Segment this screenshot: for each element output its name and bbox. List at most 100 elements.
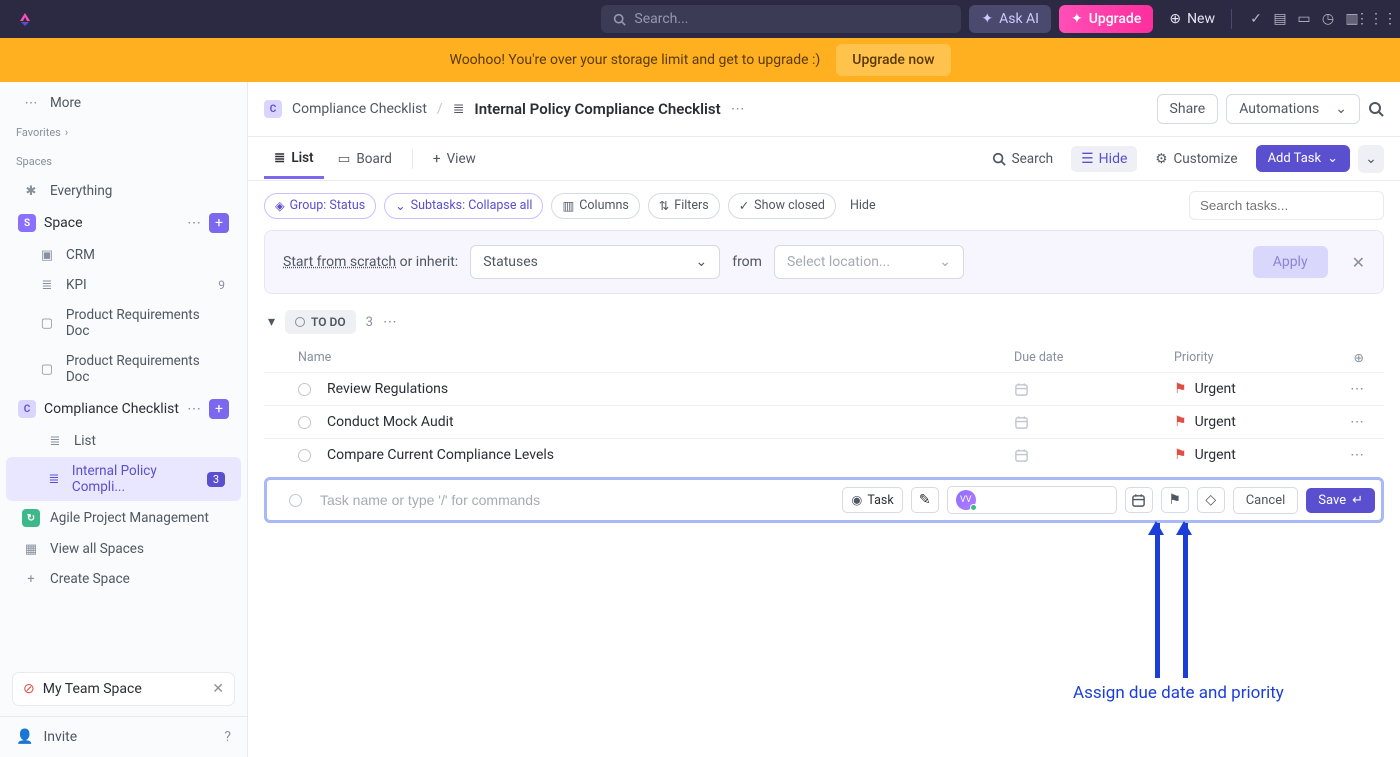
- page-more-icon[interactable]: ⋯: [731, 101, 745, 117]
- chip-columns[interactable]: ▥ Columns: [551, 193, 639, 219]
- sidebar-item-internal-policy[interactable]: ≣ Internal Policy Compli... 3: [6, 457, 241, 501]
- group-more-icon[interactable]: ⋯: [383, 314, 398, 330]
- chip-subtasks[interactable]: ⌄ Subtasks: Collapse all: [384, 193, 543, 219]
- help-icon[interactable]: ?: [224, 729, 231, 745]
- sidebar-item-view-all[interactable]: ▦ View all Spaces: [6, 535, 241, 563]
- sidebar-item-more[interactable]: ⋯ More: [6, 89, 241, 117]
- new-task-input[interactable]: [316, 484, 834, 516]
- tab-list[interactable]: ≣ List: [264, 140, 324, 179]
- close-icon[interactable]: ✕: [212, 681, 224, 697]
- tab-board[interactable]: ▭ Board: [328, 141, 402, 177]
- global-search[interactable]: Search...: [601, 5, 961, 33]
- upgrade-button[interactable]: ✦ Upgrade: [1059, 5, 1153, 33]
- sidebar-item-create-space[interactable]: + Create Space: [6, 565, 241, 593]
- status-pill[interactable]: TO DO: [285, 310, 356, 334]
- status-toggle[interactable]: [298, 416, 311, 429]
- chip-group[interactable]: ◈ Group: Status: [264, 193, 376, 219]
- col-priority[interactable]: Priority: [1174, 350, 1334, 366]
- more-button[interactable]: ⌄: [1358, 145, 1384, 173]
- row-more-icon[interactable]: ⋯: [1334, 381, 1364, 397]
- space-add-button[interactable]: +: [209, 213, 229, 233]
- chip-show-closed[interactable]: ✓ Show closed: [728, 193, 836, 219]
- sidebar-compliance[interactable]: C Compliance Checklist ⋯ +: [6, 393, 241, 425]
- view-hide[interactable]: ☰ Hide: [1071, 146, 1137, 172]
- view-customize[interactable]: ⚙ Customize: [1145, 141, 1247, 177]
- ai-wand-button[interactable]: ✎: [911, 487, 939, 513]
- apply-button[interactable]: Apply: [1253, 246, 1328, 278]
- error-circle-icon: ⊘: [23, 681, 35, 697]
- sidebar-space[interactable]: S Space ⋯ +: [6, 207, 241, 239]
- new-button[interactable]: ⊕ New: [1169, 11, 1215, 27]
- priority-cell[interactable]: ⚑Urgent: [1174, 381, 1334, 397]
- task-row[interactable]: Conduct Mock Audit ⚑Urgent ⋯: [264, 405, 1384, 438]
- space-more-icon[interactable]: ⋯: [187, 215, 201, 231]
- sidebar-item-list[interactable]: ≣ List: [6, 427, 241, 455]
- task-row[interactable]: Review Regulations ⚑Urgent ⋯: [264, 372, 1384, 405]
- row-more-icon[interactable]: ⋯: [1334, 447, 1364, 463]
- due-date-cell[interactable]: [1014, 415, 1174, 430]
- task-type-chip[interactable]: ◉ Task: [842, 487, 902, 513]
- priority-cell[interactable]: ⚑Urgent: [1174, 447, 1334, 463]
- page-title[interactable]: Internal Policy Compliance Checklist: [474, 100, 720, 118]
- sidebar-item-crm[interactable]: ▣ CRM: [6, 241, 241, 269]
- toolbar-hide[interactable]: Hide: [850, 198, 876, 213]
- status-toggle[interactable]: [298, 383, 311, 396]
- close-icon[interactable]: ✕: [1352, 253, 1365, 272]
- inherit-bar: Start from scratch or inherit: Statuses …: [264, 230, 1384, 294]
- sidebar-item-prd2[interactable]: ▢ Product Requirements Doc: [6, 347, 241, 391]
- view-search[interactable]: Search: [982, 141, 1063, 177]
- banner-upgrade-button[interactable]: Upgrade now: [836, 44, 950, 76]
- sidebar-item-agile[interactable]: ↻ Agile Project Management: [6, 503, 241, 533]
- statuses-select[interactable]: Statuses ⌄: [470, 245, 720, 279]
- breadcrumb-parent[interactable]: Compliance Checklist: [292, 101, 427, 117]
- task-name[interactable]: Conduct Mock Audit: [327, 414, 1014, 430]
- sidebar-item-prd1[interactable]: ▢ Product Requirements Doc: [6, 301, 241, 345]
- due-date-cell[interactable]: [1014, 382, 1174, 397]
- sidebar-label: Create Space: [50, 571, 130, 587]
- task-name[interactable]: Compare Current Compliance Levels: [327, 447, 1014, 463]
- clipboard-icon[interactable]: ▤: [1272, 11, 1288, 27]
- location-select[interactable]: Select location... ⌄: [774, 245, 964, 279]
- team-space-chip[interactable]: ⊘ My Team Space ✕: [12, 672, 235, 706]
- tab-label: Board: [356, 151, 392, 167]
- task-name[interactable]: Review Regulations: [327, 381, 1014, 397]
- assignee-chip[interactable]: VV: [947, 486, 1117, 514]
- save-button[interactable]: Save ↵: [1306, 488, 1375, 513]
- sidebar-item-everything[interactable]: ✱ Everything: [6, 177, 241, 205]
- status-toggle[interactable]: [298, 449, 311, 462]
- collapse-group-icon[interactable]: ▾: [268, 314, 275, 330]
- sidebar-item-kpi[interactable]: ≣ KPI 9: [6, 271, 241, 299]
- task-row[interactable]: Compare Current Compliance Levels ⚑Urgen…: [264, 438, 1384, 471]
- clock-icon[interactable]: ◷: [1320, 11, 1336, 27]
- tab-add-view[interactable]: + View: [423, 141, 486, 177]
- compliance-more-icon[interactable]: ⋯: [187, 401, 201, 417]
- due-date-button[interactable]: [1125, 487, 1153, 513]
- space-letter-icon: S: [18, 214, 36, 232]
- search-icon[interactable]: [1368, 101, 1384, 117]
- due-date-cell[interactable]: [1014, 448, 1174, 463]
- search-tasks-input[interactable]: [1189, 191, 1384, 220]
- new-label: New: [1187, 11, 1215, 27]
- add-column-button[interactable]: ⊕: [1334, 350, 1364, 366]
- row-more-icon[interactable]: ⋯: [1334, 414, 1364, 430]
- add-task-button[interactable]: Add Task ⌄: [1256, 145, 1350, 172]
- video-icon[interactable]: ▭: [1296, 11, 1312, 27]
- share-button[interactable]: Share: [1157, 94, 1219, 124]
- check-circle-icon[interactable]: ✓: [1248, 11, 1264, 27]
- tag-button[interactable]: ◇: [1197, 487, 1225, 513]
- sidebar-invite[interactable]: 👤 Invite ?: [0, 716, 247, 757]
- status-toggle[interactable]: [289, 494, 302, 507]
- app-logo[interactable]: [16, 10, 34, 28]
- automations-button[interactable]: Automations ⌄: [1226, 94, 1360, 124]
- priority-cell[interactable]: ⚑Urgent: [1174, 414, 1334, 430]
- ask-ai-button[interactable]: ✦ Ask AI: [969, 5, 1051, 33]
- favorites-header[interactable]: Favorites ›: [0, 118, 247, 147]
- col-due[interactable]: Due date: [1014, 350, 1174, 366]
- list-icon: ≣: [453, 101, 465, 117]
- cancel-button[interactable]: Cancel: [1233, 487, 1299, 514]
- chip-filters[interactable]: ⇅ Filters: [648, 193, 720, 219]
- priority-button[interactable]: ⚑: [1161, 487, 1189, 513]
- grid-icon[interactable]: ⋮⋮⋮: [1368, 11, 1384, 27]
- col-name[interactable]: Name: [298, 350, 1014, 366]
- compliance-add-button[interactable]: +: [209, 399, 229, 419]
